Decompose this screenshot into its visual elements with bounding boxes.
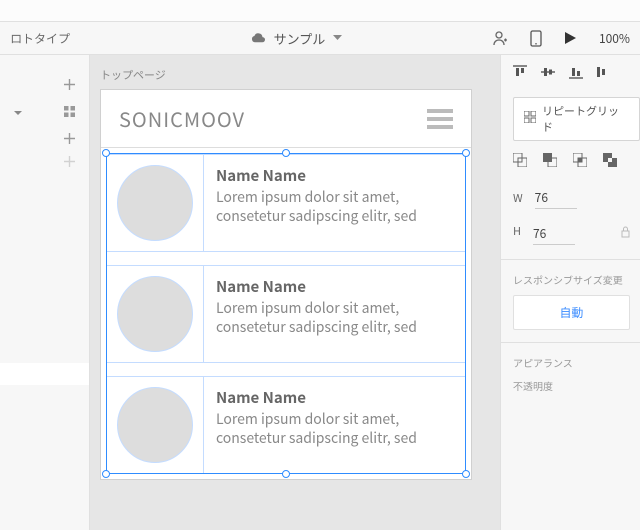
item-name: Name Name [216, 165, 453, 186]
appearance-label: アピアランス [513, 355, 640, 370]
lock-aspect-icon[interactable] [621, 226, 630, 242]
workspace: トップページ SONICMOOV Name Name Lorem ipsum d… [0, 55, 640, 530]
add-artboard-button[interactable] [0, 73, 89, 96]
chevron-down-icon[interactable] [333, 35, 342, 41]
left-rail [0, 55, 90, 530]
opacity-label: 不透明度 [513, 378, 640, 393]
avatar [117, 165, 193, 241]
repeat-grid-icon [524, 111, 536, 127]
avatar-cell [107, 266, 204, 362]
responsive-auto-button[interactable]: 自動 [513, 295, 630, 330]
bool-intersect-icon[interactable] [573, 153, 587, 171]
bool-subtract-icon[interactable] [543, 153, 557, 171]
properties-panel: リピートグリッド W H レスポンシブサイズ変更 自動 アピアランス 不透明度 [500, 55, 640, 530]
repeat-grid-selection[interactable]: Name Name Lorem ipsum dolor sit amet, co… [106, 153, 466, 474]
user-add-icon[interactable] [492, 30, 508, 46]
avatar [117, 276, 193, 352]
canvas[interactable]: トップページ SONICMOOV Name Name Lorem ipsum d… [90, 55, 500, 530]
add-group-button[interactable] [0, 127, 89, 150]
width-label: W [513, 190, 523, 206]
height-input[interactable] [533, 223, 575, 245]
item-desc: Lorem ipsum dolor sit amet, consetetur s… [216, 410, 453, 448]
align-more-icon[interactable] [597, 65, 605, 83]
selection-handle[interactable] [462, 149, 470, 157]
avatar-cell [107, 155, 204, 251]
item-desc: Lorem ipsum dolor sit amet, consetetur s… [216, 188, 453, 226]
bool-exclude-icon[interactable] [603, 153, 617, 171]
avatar [117, 387, 193, 463]
item-name: Name Name [216, 276, 453, 297]
hamburger-icon[interactable] [427, 109, 453, 129]
selection-handle[interactable] [282, 149, 290, 157]
repeat-grid-button[interactable]: リピートグリッド [513, 97, 640, 141]
bool-add-icon[interactable] [513, 153, 527, 171]
titlebar: ロトタイプ サンプル 100% [0, 22, 640, 55]
zoom-level[interactable]: 100% [599, 30, 630, 47]
artboard-list-item[interactable] [0, 96, 89, 127]
list-divider [107, 251, 465, 265]
document-name: サンプル [274, 29, 326, 48]
artboard[interactable]: SONICMOOV Name Name Lorem ipsum dolor si… [100, 89, 472, 480]
grid-icon [64, 106, 75, 117]
align-top-icon[interactable] [513, 65, 527, 83]
play-icon[interactable] [564, 31, 577, 45]
selected-layer-highlight [0, 363, 89, 385]
align-middle-icon[interactable] [541, 65, 555, 83]
responsive-label: レスポンシブサイズ変更 [513, 272, 640, 287]
selection-handle[interactable] [462, 470, 470, 478]
artboard-title: SONICMOOV [119, 104, 245, 133]
artboard-label[interactable]: トップページ [100, 67, 500, 83]
item-desc: Lorem ipsum dolor sit amet, consetetur s… [216, 299, 453, 337]
repeat-grid-label: リピートグリッド [542, 103, 629, 135]
artboard-header: SONICMOOV [101, 90, 471, 148]
item-name: Name Name [216, 387, 453, 408]
list-item[interactable]: Name Name Lorem ipsum dolor sit amet, co… [107, 376, 465, 473]
width-input[interactable] [535, 187, 577, 209]
avatar-cell [107, 377, 204, 473]
list-divider [107, 362, 465, 376]
selection-handle[interactable] [102, 149, 110, 157]
mobile-preview-icon[interactable] [530, 30, 542, 47]
align-bottom-icon[interactable] [569, 65, 583, 83]
add-item-button[interactable] [0, 150, 89, 173]
app-top-strip [0, 0, 640, 22]
prototype-tab[interactable]: ロトタイプ [10, 30, 100, 47]
selection-handle[interactable] [102, 470, 110, 478]
list-item[interactable]: Name Name Lorem ipsum dolor sit amet, co… [107, 265, 465, 362]
height-label: H [513, 223, 521, 245]
cloud-icon [250, 32, 266, 44]
selection-handle[interactable] [282, 470, 290, 478]
list-item[interactable]: Name Name Lorem ipsum dolor sit amet, co… [107, 154, 465, 251]
